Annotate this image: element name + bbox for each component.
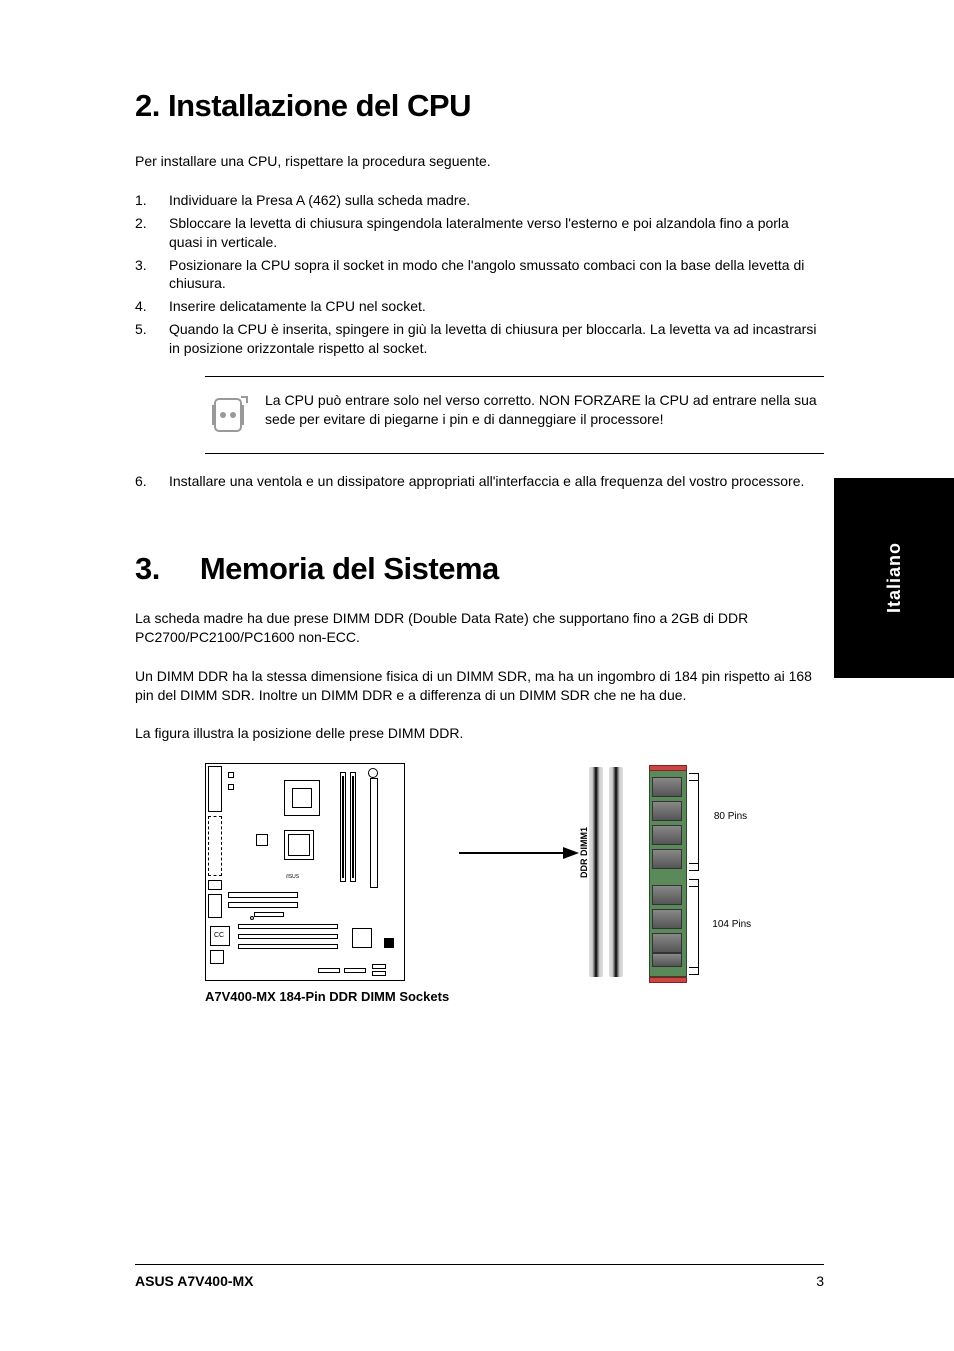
dimm-label-1: DDR DIMM1 (579, 827, 589, 878)
instr-text: Posizionare la CPU sopra il socket in mo… (169, 256, 824, 294)
instr-num: 2. (135, 214, 169, 252)
brace-label-top: 80 Pins (714, 811, 747, 822)
instr-num: 5. (135, 320, 169, 358)
section-3-heading: 3. Memoria del Sistema (135, 551, 824, 587)
processor-icon (205, 391, 265, 439)
figure-caption: A7V400-MX 184-Pin DDR DIMM Sockets (205, 989, 449, 1004)
section-3-para-3: La figura illustra la posizione delle pr… (135, 724, 824, 743)
section-2-heading: 2. Installazione del CPU (135, 88, 824, 124)
instr-num: 4. (135, 297, 169, 316)
section-3-para-1: La scheda madre ha due prese DIMM DDR (D… (135, 609, 824, 647)
dimm-slot-2 (609, 767, 623, 977)
instr-num: 1. (135, 191, 169, 210)
instr-text: Sbloccare la levetta di chiusura spingen… (169, 214, 824, 252)
instr-text: Individuare la Presa A (462) sulla sched… (169, 191, 824, 210)
instr-text: Inserire delicatamente la CPU nel socket… (169, 297, 824, 316)
brace-label-bottom: 104 Pins (712, 919, 751, 930)
instr-text: Quando la CPU è inserita, spingere in gi… (169, 320, 824, 358)
section-3-para-2: Un DIMM DDR ha la stessa dimensione fisi… (135, 667, 824, 705)
instruction-list-2: 6.Installare una ventola e un dissipator… (135, 472, 824, 491)
instr-num: 3. (135, 256, 169, 294)
language-label: Italiano (884, 542, 905, 613)
warning-text: La CPU può entrare solo nel verso corret… (265, 391, 824, 439)
section-2-intro: Per installare una CPU, rispettare la pr… (135, 152, 824, 171)
instruction-list: 1.Individuare la Presa A (462) sulla sch… (135, 191, 824, 358)
heading-num: 3. (135, 551, 160, 586)
instr-text: Installare una ventola e un dissipatore … (169, 472, 824, 491)
language-tab: Italiano (834, 478, 954, 678)
figure-row: CC (135, 763, 824, 1004)
page-number: 3 (816, 1273, 824, 1289)
instr-num: 6. (135, 472, 169, 491)
dimm-slot-1 (589, 767, 603, 977)
motherboard-diagram: CC (205, 763, 405, 981)
page-footer: ASUS A7V400-MX 3 (135, 1264, 824, 1289)
warning-note: La CPU può entrare solo nel verso corret… (205, 376, 824, 454)
dimm-module: 80 Pins 104 Pins (649, 767, 693, 981)
arrow-icon (449, 763, 589, 863)
footer-product: ASUS A7V400-MX (135, 1273, 254, 1289)
heading-text: Memoria del Sistema (200, 551, 499, 586)
